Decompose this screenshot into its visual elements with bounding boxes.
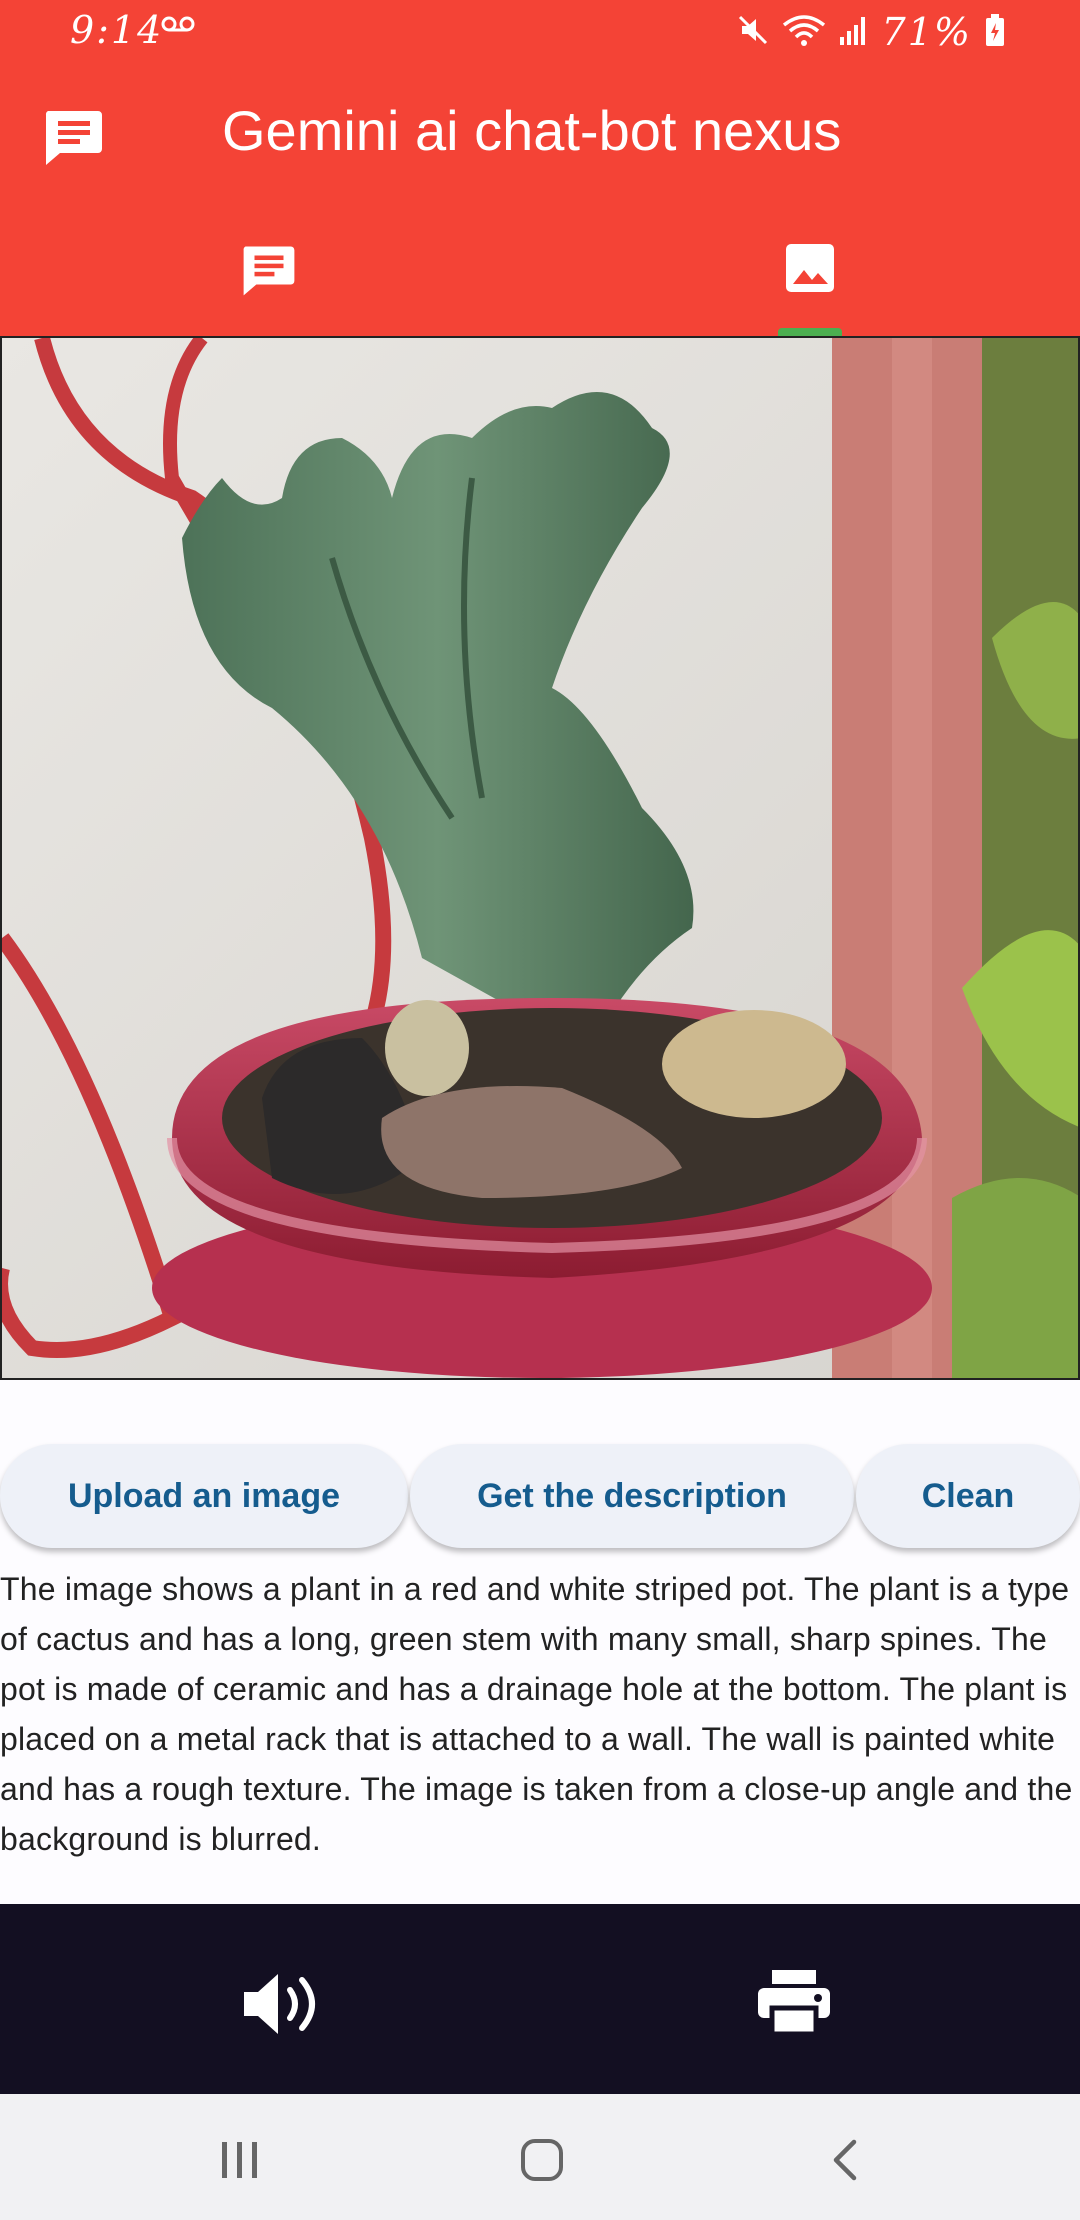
bottom-action-bar [0,1904,1080,2094]
tab-indicator [778,328,842,336]
app-title: Gemini ai chat-bot nexus [222,99,842,162]
mute-icon [736,13,770,51]
battery-icon [984,13,1006,51]
chat-icon [240,242,298,302]
image-icon [784,242,836,298]
title-row: Gemini ai chat-bot nexus [0,80,1080,192]
clean-button[interactable]: Clean [856,1444,1080,1548]
recents-icon[interactable] [218,2140,262,2184]
upload-image-button[interactable]: Upload an image [0,1444,408,1548]
cactus-photo [0,336,1080,1380]
voicemail-icon [160,14,196,38]
print-icon[interactable] [756,1968,832,2040]
status-bar: 9:14 71% [0,0,1080,64]
battery-percent: 71% [881,10,972,54]
get-description-button[interactable]: Get the description [410,1444,854,1548]
image-description: The image shows a plant in a red and whi… [0,1571,1073,1857]
tab-image[interactable] [540,228,1080,336]
home-icon[interactable] [520,2138,564,2186]
back-icon[interactable] [830,2138,860,2186]
chat-icon[interactable] [42,107,106,171]
system-navigation-bar [0,2094,1080,2220]
tab-bar [0,228,1080,336]
app-bar: 9:14 71% Gemini ai chat-bot nexus [0,0,1080,336]
signal-icon [838,15,870,49]
status-time: 9:14 [70,8,164,52]
wifi-icon [782,13,826,51]
action-buttons: Upload an image Get the description Clea… [0,1444,1080,1554]
volume-icon[interactable] [238,1968,328,2044]
tab-chat[interactable] [0,228,540,336]
